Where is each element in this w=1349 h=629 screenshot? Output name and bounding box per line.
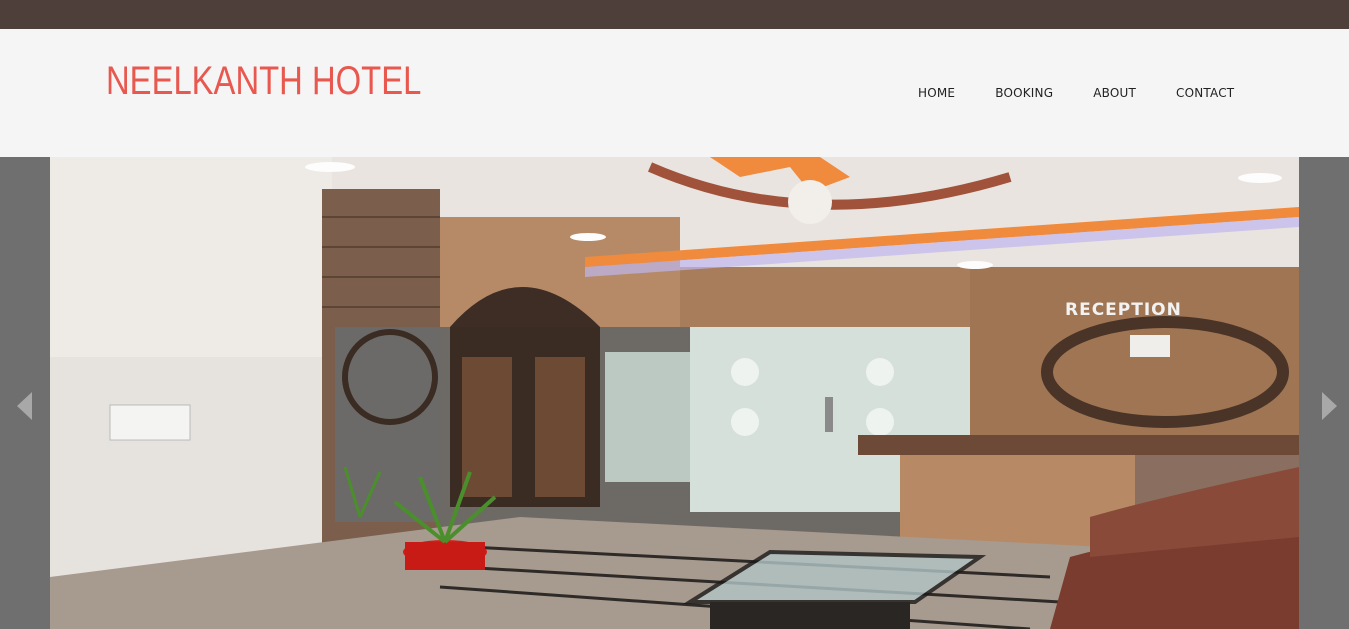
- nav-contact[interactable]: CONTACT: [1176, 86, 1234, 100]
- top-bar: [0, 0, 1349, 29]
- nav-about[interactable]: ABOUT: [1093, 86, 1136, 100]
- nav-home[interactable]: HOME: [918, 86, 955, 100]
- nav-booking[interactable]: BOOKING: [995, 86, 1053, 100]
- site-header: NEELKANTH HOTEL HOME BOOKING ABOUT CONTA…: [0, 29, 1349, 157]
- hotel-reception-photo: RECEPTION: [50, 157, 1299, 629]
- hero-slider: RECEPTION: [0, 157, 1349, 629]
- site-logo-title[interactable]: NEELKANTH HOTEL: [106, 59, 421, 104]
- triangle-right-icon[interactable]: [1322, 392, 1337, 420]
- triangle-left-icon[interactable]: [17, 392, 32, 420]
- main-nav: HOME BOOKING ABOUT CONTACT: [918, 86, 1234, 100]
